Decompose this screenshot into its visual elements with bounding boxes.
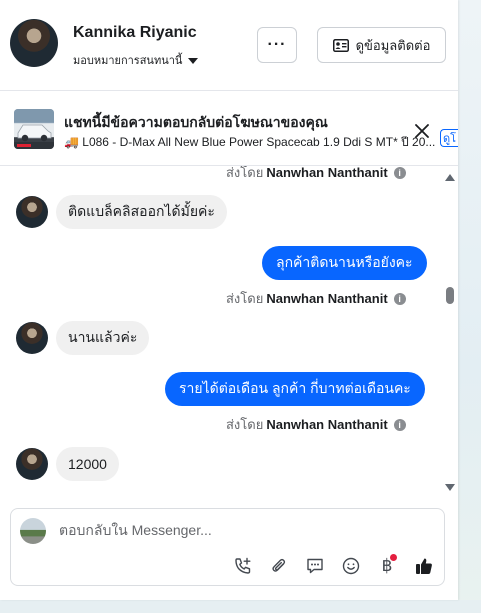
close-banner-button[interactable] — [412, 121, 432, 141]
close-icon — [415, 124, 429, 138]
background-right — [458, 0, 481, 613]
contact-avatar[interactable] — [10, 19, 58, 67]
notification-dot — [390, 554, 397, 561]
background-bottom — [0, 600, 481, 613]
sender-name: Nanwhan Nanthanit — [266, 166, 388, 180]
incoming-message: ติดแบล็คลิสออกได้มั้ยค่ะ — [0, 195, 227, 229]
message-bubble[interactable]: 12000 — [56, 447, 119, 481]
view-contact-info-button[interactable]: ดูข้อมูลติดต่อ — [317, 27, 446, 63]
contact-card-icon — [332, 38, 349, 52]
message-bubble[interactable]: ติดแบล็คลิสออกได้มั้ยค่ะ — [56, 195, 227, 229]
scroll-up-arrow[interactable] — [445, 174, 455, 181]
assign-label: มอบหมายการสนทนานี้ — [73, 55, 183, 67]
call-button[interactable] — [232, 555, 254, 577]
phone-add-icon — [235, 557, 251, 574]
sender-name: Nanwhan Nanthanit — [266, 417, 388, 432]
page-avatar — [20, 518, 46, 544]
more-icon: ··· — [267, 36, 287, 53]
scrollbar-thumb[interactable] — [446, 287, 454, 304]
contact-avatar-small[interactable] — [16, 448, 48, 480]
attach-button[interactable] — [268, 555, 290, 577]
assign-conversation-dropdown[interactable]: มอบหมายการสนทนานี้ — [73, 51, 199, 69]
emoji-button[interactable] — [340, 555, 362, 577]
sent-by-label: ส่งโดย — [226, 166, 264, 180]
sent-by-label: ส่งโดย — [226, 291, 264, 306]
message-composer: ฿ — [10, 508, 445, 586]
car-image — [14, 109, 54, 149]
chat-bubble-icon — [307, 558, 323, 574]
caret-down-icon — [188, 57, 199, 64]
ad-reply-banner: แชทนี้มีข้อความตอบกลับต่อโฆษณาของคุณ 🚚 L… — [0, 91, 458, 166]
scroll-down-arrow[interactable] — [445, 484, 455, 491]
thumbs-up-icon — [416, 558, 432, 574]
incoming-message: นานแล้วค่ะ — [0, 321, 150, 355]
attachment-icon — [272, 558, 286, 572]
ad-thumbnail[interactable] — [14, 109, 54, 149]
contact-avatar-small[interactable] — [16, 196, 48, 228]
more-options-button[interactable]: ··· — [257, 27, 297, 63]
ad-banner-subtitle: 🚚 L086 - D-Max All New Blue Power Spacec… — [64, 135, 436, 149]
sent-by: ส่งโดย Nanwhan Nanthanit i — [226, 288, 406, 309]
reply-input[interactable] — [59, 522, 419, 538]
like-button[interactable] — [413, 555, 435, 577]
view-ad-link[interactable]: ดูโ — [440, 129, 458, 147]
outgoing-message-bubble[interactable]: ลุกค้าติดนานหรือยังคะ — [262, 246, 427, 280]
info-icon[interactable]: i — [393, 166, 406, 179]
ad-banner-title: แชทนี้มีข้อความตอบกลับต่อโฆษณาของคุณ — [64, 114, 328, 130]
incoming-message: 12000 — [0, 447, 119, 481]
conversation-header: Kannika Riyanic มอบหมายการสนทนานี้ ··· ด… — [0, 0, 458, 91]
emoji-icon — [342, 557, 360, 575]
sent-by-label: ส่งโดย — [226, 417, 264, 432]
sent-by-partial: ส่งโดย Nanwhan Nanthanit i — [226, 166, 406, 183]
saved-replies-button[interactable] — [304, 555, 326, 577]
message-list[interactable]: ส่งโดย Nanwhan Nanthanit i ติดแบล็คลิสออ… — [0, 166, 440, 496]
contact-name[interactable]: Kannika Riyanic — [73, 24, 197, 42]
outgoing-message-bubble[interactable]: รายได้ต่อเดือน ลูกค้า กี่บาทต่อเดือนคะ — [165, 372, 425, 406]
message-bubble[interactable]: นานแล้วค่ะ — [56, 321, 150, 355]
payment-button[interactable]: ฿ — [376, 554, 398, 577]
conversation-panel: Kannika Riyanic มอบหมายการสนทนานี้ ··· ด… — [0, 0, 458, 600]
sender-name: Nanwhan Nanthanit — [266, 291, 388, 306]
sent-by: ส่งโดย Nanwhan Nanthanit i — [226, 414, 406, 435]
info-icon[interactable]: i — [393, 292, 406, 305]
contact-avatar-small[interactable] — [16, 322, 48, 354]
view-contact-info-label: ดูข้อมูลติดต่อ — [355, 37, 431, 53]
info-icon[interactable]: i — [393, 418, 406, 431]
